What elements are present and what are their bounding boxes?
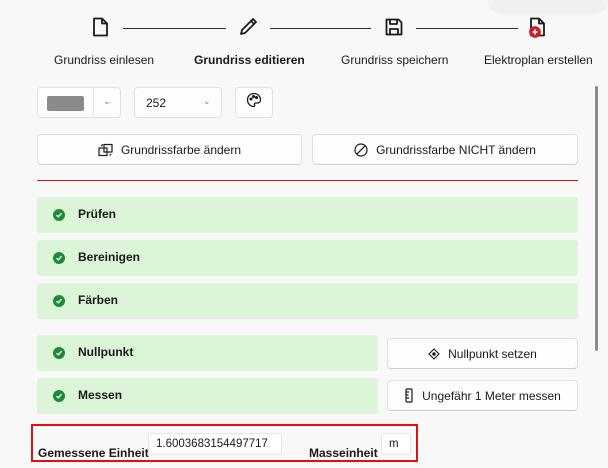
line-width-dropdown[interactable]: 252 ⌄ bbox=[134, 87, 222, 118]
section-divider bbox=[37, 180, 578, 181]
chevron-down-icon: ⌄ bbox=[103, 96, 111, 106]
step-connector bbox=[123, 28, 226, 29]
step-label-elektroplan[interactable]: Elektroplan erstellen bbox=[484, 53, 593, 67]
keep-color-label: Grundrissfarbe NICHT ändern bbox=[376, 142, 536, 157]
file-add-icon bbox=[526, 16, 548, 38]
vertical-scrollbar[interactable] bbox=[595, 86, 598, 351]
check-row-faerben: Färben bbox=[37, 283, 578, 319]
keep-color-button[interactable]: Grundrissfarbe NICHT ändern bbox=[312, 134, 578, 165]
measured-unit-label: Gemessene Einheit bbox=[38, 446, 149, 460]
check-icon bbox=[53, 390, 65, 402]
check-row-nullpunkt: Nullpunkt bbox=[37, 335, 378, 371]
measured-unit-input[interactable] bbox=[148, 433, 282, 455]
step-label-editieren[interactable]: Grundriss editieren bbox=[194, 53, 305, 67]
recolor-icon bbox=[98, 143, 113, 157]
check-icon bbox=[53, 295, 65, 307]
step-connector bbox=[416, 28, 518, 29]
check-icon bbox=[53, 347, 65, 359]
combo-divider bbox=[93, 88, 94, 117]
pencil-icon bbox=[237, 16, 259, 38]
measure-label: Ungefähr 1 Meter messen bbox=[422, 388, 561, 403]
ruler-icon bbox=[404, 388, 414, 403]
check-label: Färben bbox=[78, 293, 119, 307]
check-label: Messen bbox=[78, 388, 123, 402]
check-label: Prüfen bbox=[78, 207, 117, 221]
set-origin-label: Nullpunkt setzen bbox=[448, 346, 537, 361]
check-icon bbox=[53, 252, 65, 264]
palette-button[interactable] bbox=[235, 87, 273, 118]
measurement-row: Gemessene Einheit Masseinheit bbox=[31, 424, 418, 462]
palette-icon bbox=[246, 92, 262, 113]
step-connector bbox=[270, 28, 371, 29]
chevron-down-icon: ⌄ bbox=[203, 96, 211, 106]
color-picker-dropdown[interactable]: ⌄ bbox=[37, 87, 121, 118]
check-row-pruefen: Prüfen bbox=[37, 197, 578, 233]
stepper: Grundriss einlesen Grundriss editieren G… bbox=[0, 0, 608, 80]
save-icon bbox=[383, 16, 405, 38]
step-label-speichern[interactable]: Grundriss speichern bbox=[341, 53, 448, 67]
unit-input[interactable] bbox=[381, 433, 411, 455]
unit-label: Masseinheit bbox=[309, 446, 378, 460]
origin-icon bbox=[428, 347, 440, 360]
measure-button[interactable]: Ungefähr 1 Meter messen bbox=[387, 380, 578, 411]
prohibited-icon bbox=[354, 142, 368, 157]
change-color-label: Grundrissfarbe ändern bbox=[120, 142, 242, 157]
check-label: Nullpunkt bbox=[78, 345, 134, 359]
check-label: Bereinigen bbox=[78, 250, 141, 264]
check-row-bereinigen: Bereinigen bbox=[37, 240, 578, 276]
file-icon bbox=[89, 16, 111, 38]
color-swatch bbox=[47, 96, 84, 111]
set-origin-button[interactable]: Nullpunkt setzen bbox=[387, 338, 578, 369]
check-row-messen: Messen bbox=[37, 378, 378, 414]
step-label-einlesen[interactable]: Grundriss einlesen bbox=[54, 53, 154, 67]
change-color-button[interactable]: Grundrissfarbe ändern bbox=[37, 134, 302, 165]
line-width-value: 252 bbox=[146, 96, 167, 110]
check-icon bbox=[53, 209, 65, 221]
